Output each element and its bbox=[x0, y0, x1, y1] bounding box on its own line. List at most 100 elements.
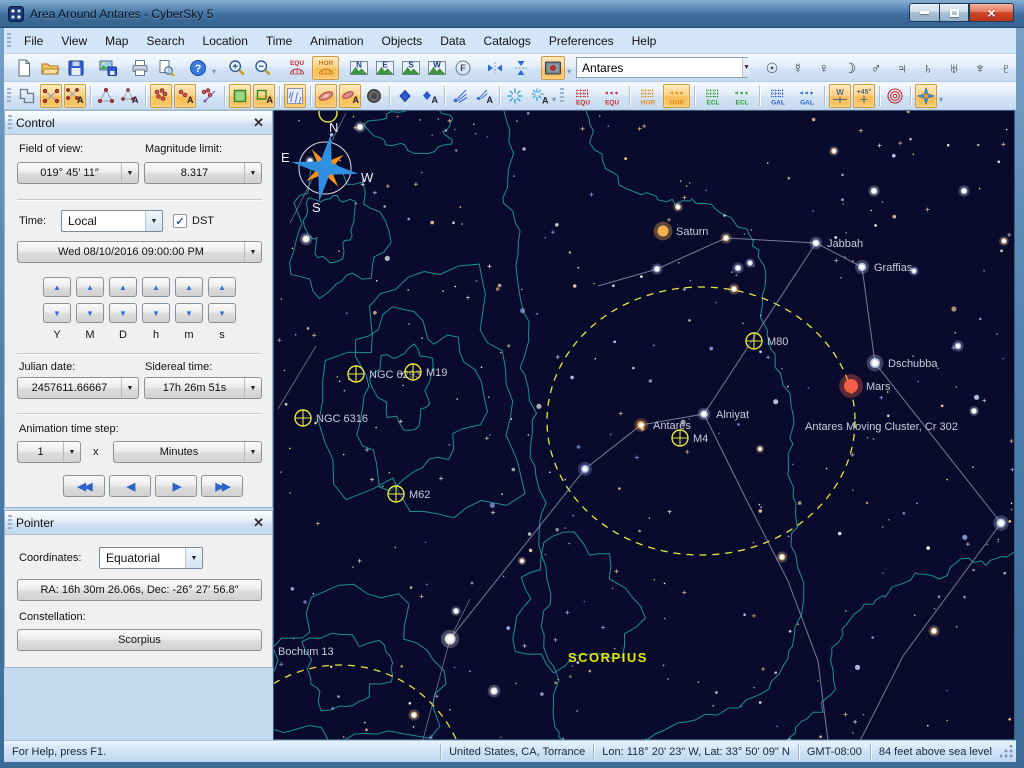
nebulae-icon[interactable] bbox=[229, 84, 251, 108]
print-icon[interactable] bbox=[128, 56, 152, 80]
spin-down-Y[interactable]: ▼ bbox=[43, 303, 71, 323]
new-document-icon[interactable] bbox=[12, 56, 36, 80]
toolbar-grip[interactable] bbox=[560, 88, 564, 104]
control-panel-grip[interactable] bbox=[8, 115, 12, 131]
menu-item-animation[interactable]: Animation bbox=[301, 30, 372, 52]
galaxies-icon[interactable] bbox=[315, 84, 337, 108]
galaxy-labels-icon[interactable]: A bbox=[339, 84, 361, 108]
zoom-out-icon[interactable] bbox=[251, 56, 275, 80]
horizon-grid-icon[interactable]: HOR bbox=[634, 84, 661, 108]
altitude-marks-icon[interactable]: +45° bbox=[853, 84, 875, 108]
equatorial-grid-icon[interactable]: EQU bbox=[569, 84, 596, 108]
meteor-radiant-labels-icon[interactable]: A bbox=[528, 84, 550, 108]
star-clusters-icon[interactable] bbox=[150, 84, 172, 108]
zoom-in-icon[interactable] bbox=[225, 56, 249, 80]
datetime-dropdown[interactable]: Wed 08/10/2016 09:00:00 PM▼ bbox=[17, 241, 262, 263]
control-panel-header[interactable]: Control ✕ bbox=[5, 111, 272, 135]
mars-button[interactable]: ♂ bbox=[864, 56, 888, 80]
menu-item-time[interactable]: Time bbox=[257, 30, 301, 52]
compass-rose-toggle-icon[interactable] bbox=[915, 84, 937, 108]
open-file-icon[interactable] bbox=[38, 56, 62, 80]
dso-symbol-m80[interactable] bbox=[746, 333, 762, 349]
menu-item-view[interactable]: View bbox=[52, 30, 96, 52]
face-south-icon[interactable]: S bbox=[399, 56, 423, 80]
ecliptic-grid-icon[interactable]: ECL bbox=[699, 84, 726, 108]
help-icon[interactable]: ? bbox=[186, 56, 210, 80]
face-north-icon[interactable]: N bbox=[347, 56, 371, 80]
planetary-nebulae-icon[interactable] bbox=[394, 84, 416, 108]
sidereal-time-dropdown[interactable]: 17h 26m 51s▼ bbox=[144, 377, 262, 399]
face-east-icon[interactable]: E bbox=[373, 56, 397, 80]
close-button[interactable]: × bbox=[969, 3, 1014, 22]
menu-item-data[interactable]: Data bbox=[431, 30, 474, 52]
control-panel-close-icon[interactable]: ✕ bbox=[253, 116, 264, 129]
planetary-nebula-labels-icon[interactable]: A bbox=[418, 84, 440, 108]
mercury-button[interactable]: ☿ bbox=[786, 56, 810, 80]
moon-button[interactable]: ☽ bbox=[838, 56, 862, 80]
toolbar-overflow-icon[interactable]: ▾ bbox=[552, 95, 556, 104]
pointer-panel-close-icon[interactable]: ✕ bbox=[253, 516, 264, 529]
sun-button[interactable]: ☉ bbox=[760, 56, 784, 80]
save-image-icon[interactable] bbox=[96, 56, 120, 80]
animation-step-dropdown[interactable]: 1▼ bbox=[17, 441, 81, 463]
step-forward-button[interactable]: ▶ bbox=[155, 475, 197, 497]
resize-grip[interactable] bbox=[1000, 745, 1014, 759]
time-mode-combo[interactable]: Local▼ bbox=[61, 210, 163, 232]
dso-symbol-ngc-6316[interactable] bbox=[295, 410, 311, 426]
star-map[interactable]: NGC 6293M19NGC 6316M62M80M4SaturnMarsJab… bbox=[273, 110, 1015, 740]
spin-up-s[interactable]: ▲ bbox=[208, 277, 236, 297]
dark-nebulae-icon[interactable] bbox=[363, 84, 385, 108]
nebula-labels-icon[interactable]: A bbox=[253, 84, 275, 108]
coordinates-combo[interactable]: Equatorial▼ bbox=[99, 547, 203, 569]
jupiter-button[interactable]: ♃ bbox=[890, 56, 914, 80]
animation-unit-dropdown[interactable]: Minutes▼ bbox=[113, 441, 262, 463]
cardinal-points-icon[interactable]: W bbox=[829, 84, 851, 108]
planet-saturn[interactable]: Saturn bbox=[654, 222, 709, 241]
julian-date-dropdown[interactable]: 2457611.66667▼ bbox=[17, 377, 139, 399]
constellation-value-button[interactable]: Scorpius bbox=[17, 629, 262, 651]
spin-down-m[interactable]: ▼ bbox=[175, 303, 203, 323]
search-dropdown-icon[interactable]: ▼ bbox=[742, 58, 750, 77]
toolbar-overflow-icon[interactable]: ▾ bbox=[567, 67, 571, 76]
menu-item-preferences[interactable]: Preferences bbox=[540, 30, 623, 52]
step-backward-button[interactable]: ◀ bbox=[109, 475, 151, 497]
horizon-mode-icon[interactable]: HOR bbox=[312, 56, 339, 80]
print-preview-icon[interactable] bbox=[154, 56, 178, 80]
menu-item-search[interactable]: Search bbox=[137, 30, 193, 52]
uranus-button[interactable]: ♅ bbox=[942, 56, 966, 80]
dso-symbol-m19[interactable] bbox=[405, 364, 421, 380]
equatorial-line-icon[interactable]: EQU bbox=[598, 84, 625, 108]
spin-down-h[interactable]: ▼ bbox=[142, 303, 170, 323]
menu-item-map[interactable]: Map bbox=[96, 30, 137, 52]
dst-checkbox[interactable]: ✓ bbox=[173, 214, 187, 228]
title-bar[interactable]: Area Around Antares - CyberSky 5 × bbox=[0, 0, 1024, 28]
dso-symbol-m4[interactable] bbox=[672, 430, 688, 446]
equatorial-mode-icon[interactable]: EQU bbox=[283, 56, 310, 80]
ecliptic-line-icon[interactable]: ECL bbox=[728, 84, 755, 108]
flip-horizontal-icon[interactable] bbox=[483, 56, 507, 80]
spin-down-M[interactable]: ▼ bbox=[76, 303, 104, 323]
saturn-button[interactable]: ♄ bbox=[916, 56, 940, 80]
asterism-labels-icon[interactable]: A bbox=[119, 84, 141, 108]
toolbar-grip[interactable] bbox=[7, 88, 11, 104]
spin-up-h[interactable]: ▲ bbox=[142, 277, 170, 297]
fast-backward-button[interactable]: ◀◀ bbox=[63, 475, 105, 497]
dso-symbol-ngc-6293[interactable] bbox=[348, 366, 364, 382]
spin-up-Y[interactable]: ▲ bbox=[43, 277, 71, 297]
spin-down-s[interactable]: ▼ bbox=[208, 303, 236, 323]
constellation-labels-icon[interactable]: A bbox=[64, 84, 86, 108]
horizon-line-icon[interactable]: HOR bbox=[663, 84, 690, 108]
minimize-button[interactable] bbox=[909, 3, 939, 22]
menu-item-catalogs[interactable]: Catalogs bbox=[475, 30, 540, 52]
star-cluster-pointer-icon[interactable] bbox=[198, 84, 220, 108]
menu-item-file[interactable]: File bbox=[15, 30, 52, 52]
neptune-button[interactable]: ♆ bbox=[968, 56, 992, 80]
fov-circles-icon[interactable] bbox=[884, 84, 906, 108]
face-nadir-icon[interactable]: F bbox=[451, 56, 475, 80]
save-file-icon[interactable] bbox=[64, 56, 88, 80]
milky-way-icon[interactable] bbox=[284, 84, 306, 108]
comets-icon[interactable] bbox=[449, 84, 471, 108]
venus-button[interactable]: ♀ bbox=[812, 56, 836, 80]
galactic-line-icon[interactable]: GAL bbox=[793, 84, 820, 108]
field-of-view-dropdown[interactable]: 019° 45′ 11″▼ bbox=[17, 162, 139, 184]
